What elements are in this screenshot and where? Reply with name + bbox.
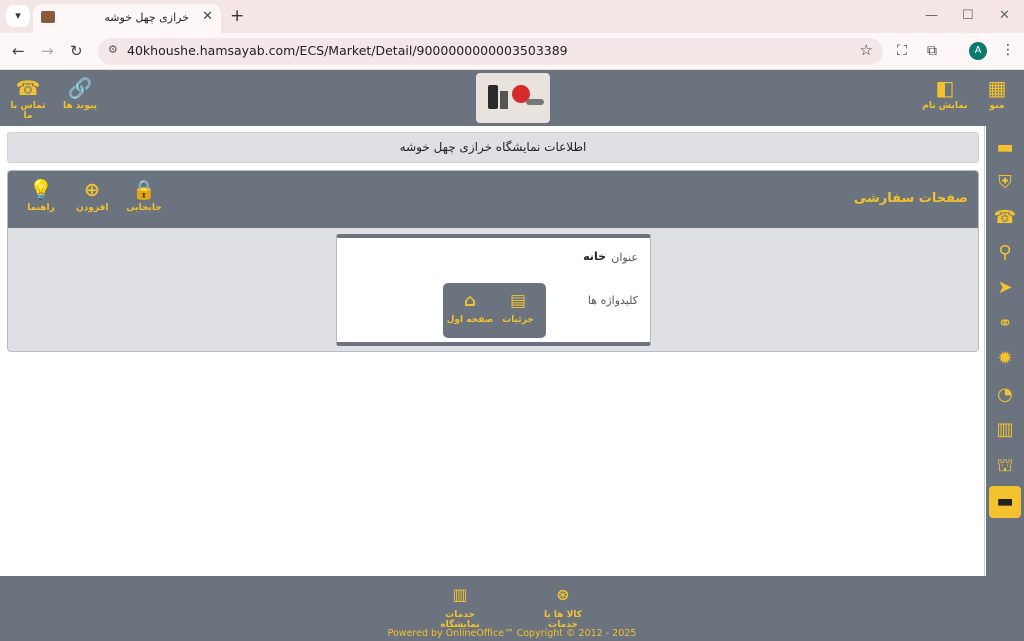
shield-icon[interactable]: ⛨ <box>986 171 1024 195</box>
tab-title: خرازی چهل خوشه <box>104 11 189 24</box>
links-label: پیوند ها <box>62 101 98 111</box>
card-actions: ▤ جزئیات ⌂ صفحه اول <box>443 283 546 338</box>
copyright-text: Powered by OnlineOffice™ Copyright © 201… <box>387 628 637 639</box>
rss-icon[interactable]: ◔ <box>986 383 1024 407</box>
add-button[interactable]: ⊕ افزودن <box>76 180 108 213</box>
extensions-icon[interactable]: ⧉ <box>927 43 937 59</box>
details-icon: ▤ <box>509 291 527 311</box>
browser-menu-icon[interactable]: ⋮ <box>1001 42 1015 58</box>
graduation-cap-icon[interactable]: ⛫ <box>986 454 1024 478</box>
move-label: جابجایی <box>126 203 162 213</box>
new-tab-button[interactable]: + <box>230 6 244 26</box>
help-label: راهنما <box>27 203 55 213</box>
exhibition-services-button[interactable]: ▥ خدمات نمایشگاه <box>424 585 496 631</box>
phone-sidebar-icon[interactable]: ☎ <box>986 206 1024 230</box>
bookmark-star-icon[interactable]: ☆ <box>860 41 873 59</box>
panel-toggle-icon: ◧ <box>935 76 955 100</box>
store-icon[interactable]: ▬ <box>986 136 1024 160</box>
grid-icon: ▦ <box>987 76 1007 100</box>
move-button[interactable]: 🔒 جابجایی <box>124 180 164 213</box>
title-label: عنوان <box>611 251 638 264</box>
phone-icon: ☎ <box>15 76 41 100</box>
show-name-label: نمایش نام <box>922 101 968 111</box>
contact-label: تماس با ما <box>10 101 46 121</box>
badge-icon[interactable]: ✹ <box>986 347 1024 371</box>
site-info-icon[interactable]: ⚙ <box>108 43 118 56</box>
browser-tab-strip: ▾ خرازی چهل خوشه ✕ + — ☐ ✕ <box>0 0 1024 33</box>
custom-pages-panel: صفحات سفارشی 🔒 جابجایی ⊕ افزودن 💡 راهنما… <box>7 170 979 352</box>
menu-label: منو <box>989 101 1005 111</box>
link-sidebar-icon[interactable]: ⚭ <box>986 312 1024 336</box>
services-label: خدمات نمایشگاه <box>440 610 480 630</box>
close-tab-icon[interactable]: ✕ <box>202 9 213 24</box>
products-icon: ⊛ <box>556 585 570 604</box>
main-content: اطلاعات نمایشگاه خرازی چهل خوشه صفحات سف… <box>0 126 985 576</box>
home-label: صفحه اول <box>446 315 494 325</box>
tab-search-button[interactable]: ▾ <box>6 5 30 27</box>
store-info-title: اطلاعات نمایشگاه خرازی چهل خوشه <box>7 132 979 163</box>
services-icon: ▥ <box>452 585 468 604</box>
address-bar[interactable]: ⚙ 40khoushe.hamsayab.com/ECS/Market/Deta… <box>98 38 883 65</box>
panel-title: صفحات سفارشی <box>853 191 968 206</box>
title-value: خانه <box>583 250 606 263</box>
maximize-window-button[interactable]: ☐ <box>962 8 974 23</box>
custom-pages-icon[interactable]: ▬ <box>989 486 1021 518</box>
screen-capture-icon[interactable]: ⛶ <box>897 43 907 59</box>
add-label: افزودن <box>76 203 109 213</box>
links-button[interactable]: 🔗 پیوند ها <box>60 78 100 111</box>
details-label: جزئیات <box>502 315 534 325</box>
store-logo[interactable] <box>476 73 550 123</box>
keywords-label: کلیدواژه ها <box>587 294 638 307</box>
lightbulb-icon: 💡 <box>29 179 53 201</box>
link-icon: 🔗 <box>67 76 93 100</box>
help-button[interactable]: 💡 راهنما <box>26 180 56 213</box>
location-pin-icon[interactable]: ⚲ <box>986 241 1024 265</box>
send-icon[interactable]: ➤ <box>986 276 1024 300</box>
show-name-button[interactable]: ◧ نمایش نام <box>922 78 968 111</box>
details-button[interactable]: ▤ جزئیات <box>493 291 543 325</box>
forward-button[interactable]: → <box>41 42 54 60</box>
close-window-button[interactable]: ✕ <box>999 8 1010 23</box>
products-services-button[interactable]: ⊛ کالا ها یا خدمات <box>528 585 598 631</box>
url-text: 40khoushe.hamsayab.com/ECS/Market/Detail… <box>127 43 568 58</box>
products-label: کالا ها یا خدمات <box>544 610 582 630</box>
plus-circle-icon: ⊕ <box>84 179 100 201</box>
set-home-button[interactable]: ⌂ صفحه اول <box>445 291 495 325</box>
reload-button[interactable]: ↻ <box>70 42 83 60</box>
site-favicon-icon <box>41 11 55 23</box>
custom-page-card: عنوان خانه کلیدواژه ها ▤ جزئیات ⌂ صفحه ا… <box>336 234 651 346</box>
browser-tab[interactable]: خرازی چهل خوشه ✕ <box>33 4 221 33</box>
site-footer: ⊛ کالا ها یا خدمات ▥ خدمات نمایشگاه Powe… <box>0 576 1024 641</box>
right-sidebar: ▬ ⛨ ☎ ⚲ ➤ ⚭ ✹ ◔ ▥ ⛫ ▬ <box>986 126 1024 576</box>
profile-avatar[interactable]: A <box>969 42 987 60</box>
layout-icon[interactable]: ▥ <box>986 418 1024 442</box>
minimize-window-button[interactable]: — <box>925 8 938 23</box>
custom-pages-header: صفحات سفارشی 🔒 جابجایی ⊕ افزودن 💡 راهنما <box>8 171 978 228</box>
contact-button[interactable]: ☎ تماس با ما <box>5 78 51 121</box>
back-button[interactable]: ← <box>12 42 25 60</box>
lock-icon: 🔒 <box>132 179 156 201</box>
home-icon: ⌂ <box>463 291 477 311</box>
browser-toolbar: ← → ↻ ⚙ 40khoushe.hamsayab.com/ECS/Marke… <box>0 33 1024 70</box>
menu-button[interactable]: ▦ منو <box>986 78 1008 111</box>
